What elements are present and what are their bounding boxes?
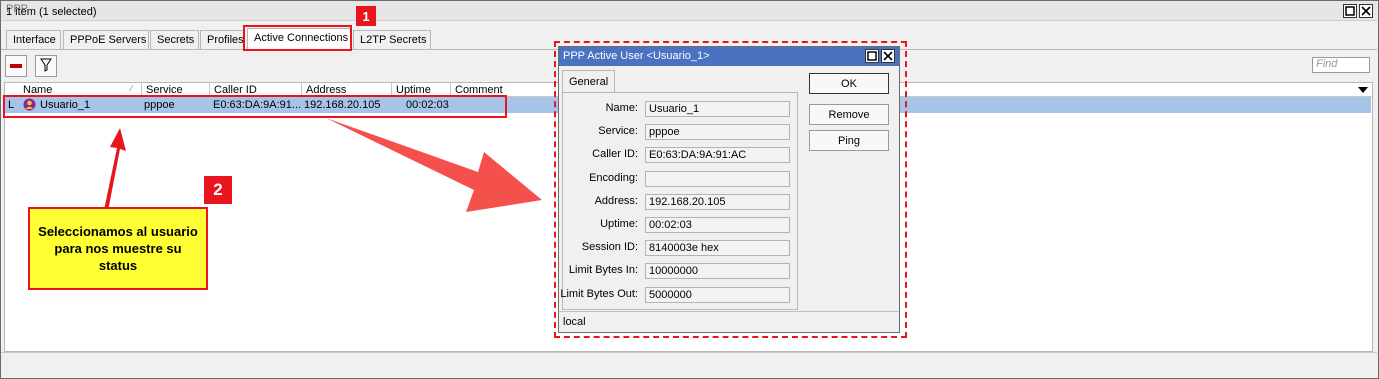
field-label: Address:: [594, 195, 638, 207]
close-icon[interactable]: [881, 49, 895, 63]
tab-general[interactable]: General: [562, 70, 615, 92]
address-field[interactable]: 192.168.20.105: [645, 194, 790, 210]
name-field[interactable]: Usuario_1: [645, 101, 790, 117]
maximize-icon[interactable]: [865, 49, 879, 63]
session-id-field[interactable]: 8140003e hex: [645, 240, 790, 256]
field-label: Limit Bytes Out:: [560, 288, 638, 300]
field-label: Session ID:: [581, 241, 638, 253]
up-arrow: [104, 128, 126, 211]
field-label: Uptime:: [600, 218, 638, 230]
dialog-title: PPP Active User <Usuario_1>: [563, 50, 710, 62]
limit-bytes-in-field[interactable]: 10000000: [645, 263, 790, 279]
caller-id-field[interactable]: E0:63:DA:9A:91:AC: [645, 147, 790, 163]
field-label: Limit Bytes In:: [568, 264, 638, 276]
ping-button[interactable]: Ping: [809, 130, 889, 151]
status-text: 1 item (1 selected): [6, 6, 97, 18]
pointer-arrow: [326, 118, 542, 212]
annotation-note: Seleccionamos al usuario para nos muestr…: [28, 207, 208, 290]
field-label: Encoding:: [589, 172, 638, 184]
status-bar: [1, 352, 1377, 376]
remove-button[interactable]: Remove: [809, 104, 889, 125]
field-label: Caller ID:: [592, 148, 638, 160]
field-label: Service:: [598, 125, 638, 137]
uptime-field[interactable]: 00:02:03: [645, 217, 790, 233]
service-field[interactable]: pppoe: [645, 124, 790, 140]
limit-bytes-out-field[interactable]: 5000000: [645, 287, 790, 303]
dialog-status-text: local: [563, 316, 586, 328]
field-label: Name:: [605, 102, 638, 114]
dialog-status-bar: [559, 311, 899, 332]
ok-button[interactable]: OK: [809, 73, 889, 94]
encoding-field[interactable]: [645, 171, 790, 187]
